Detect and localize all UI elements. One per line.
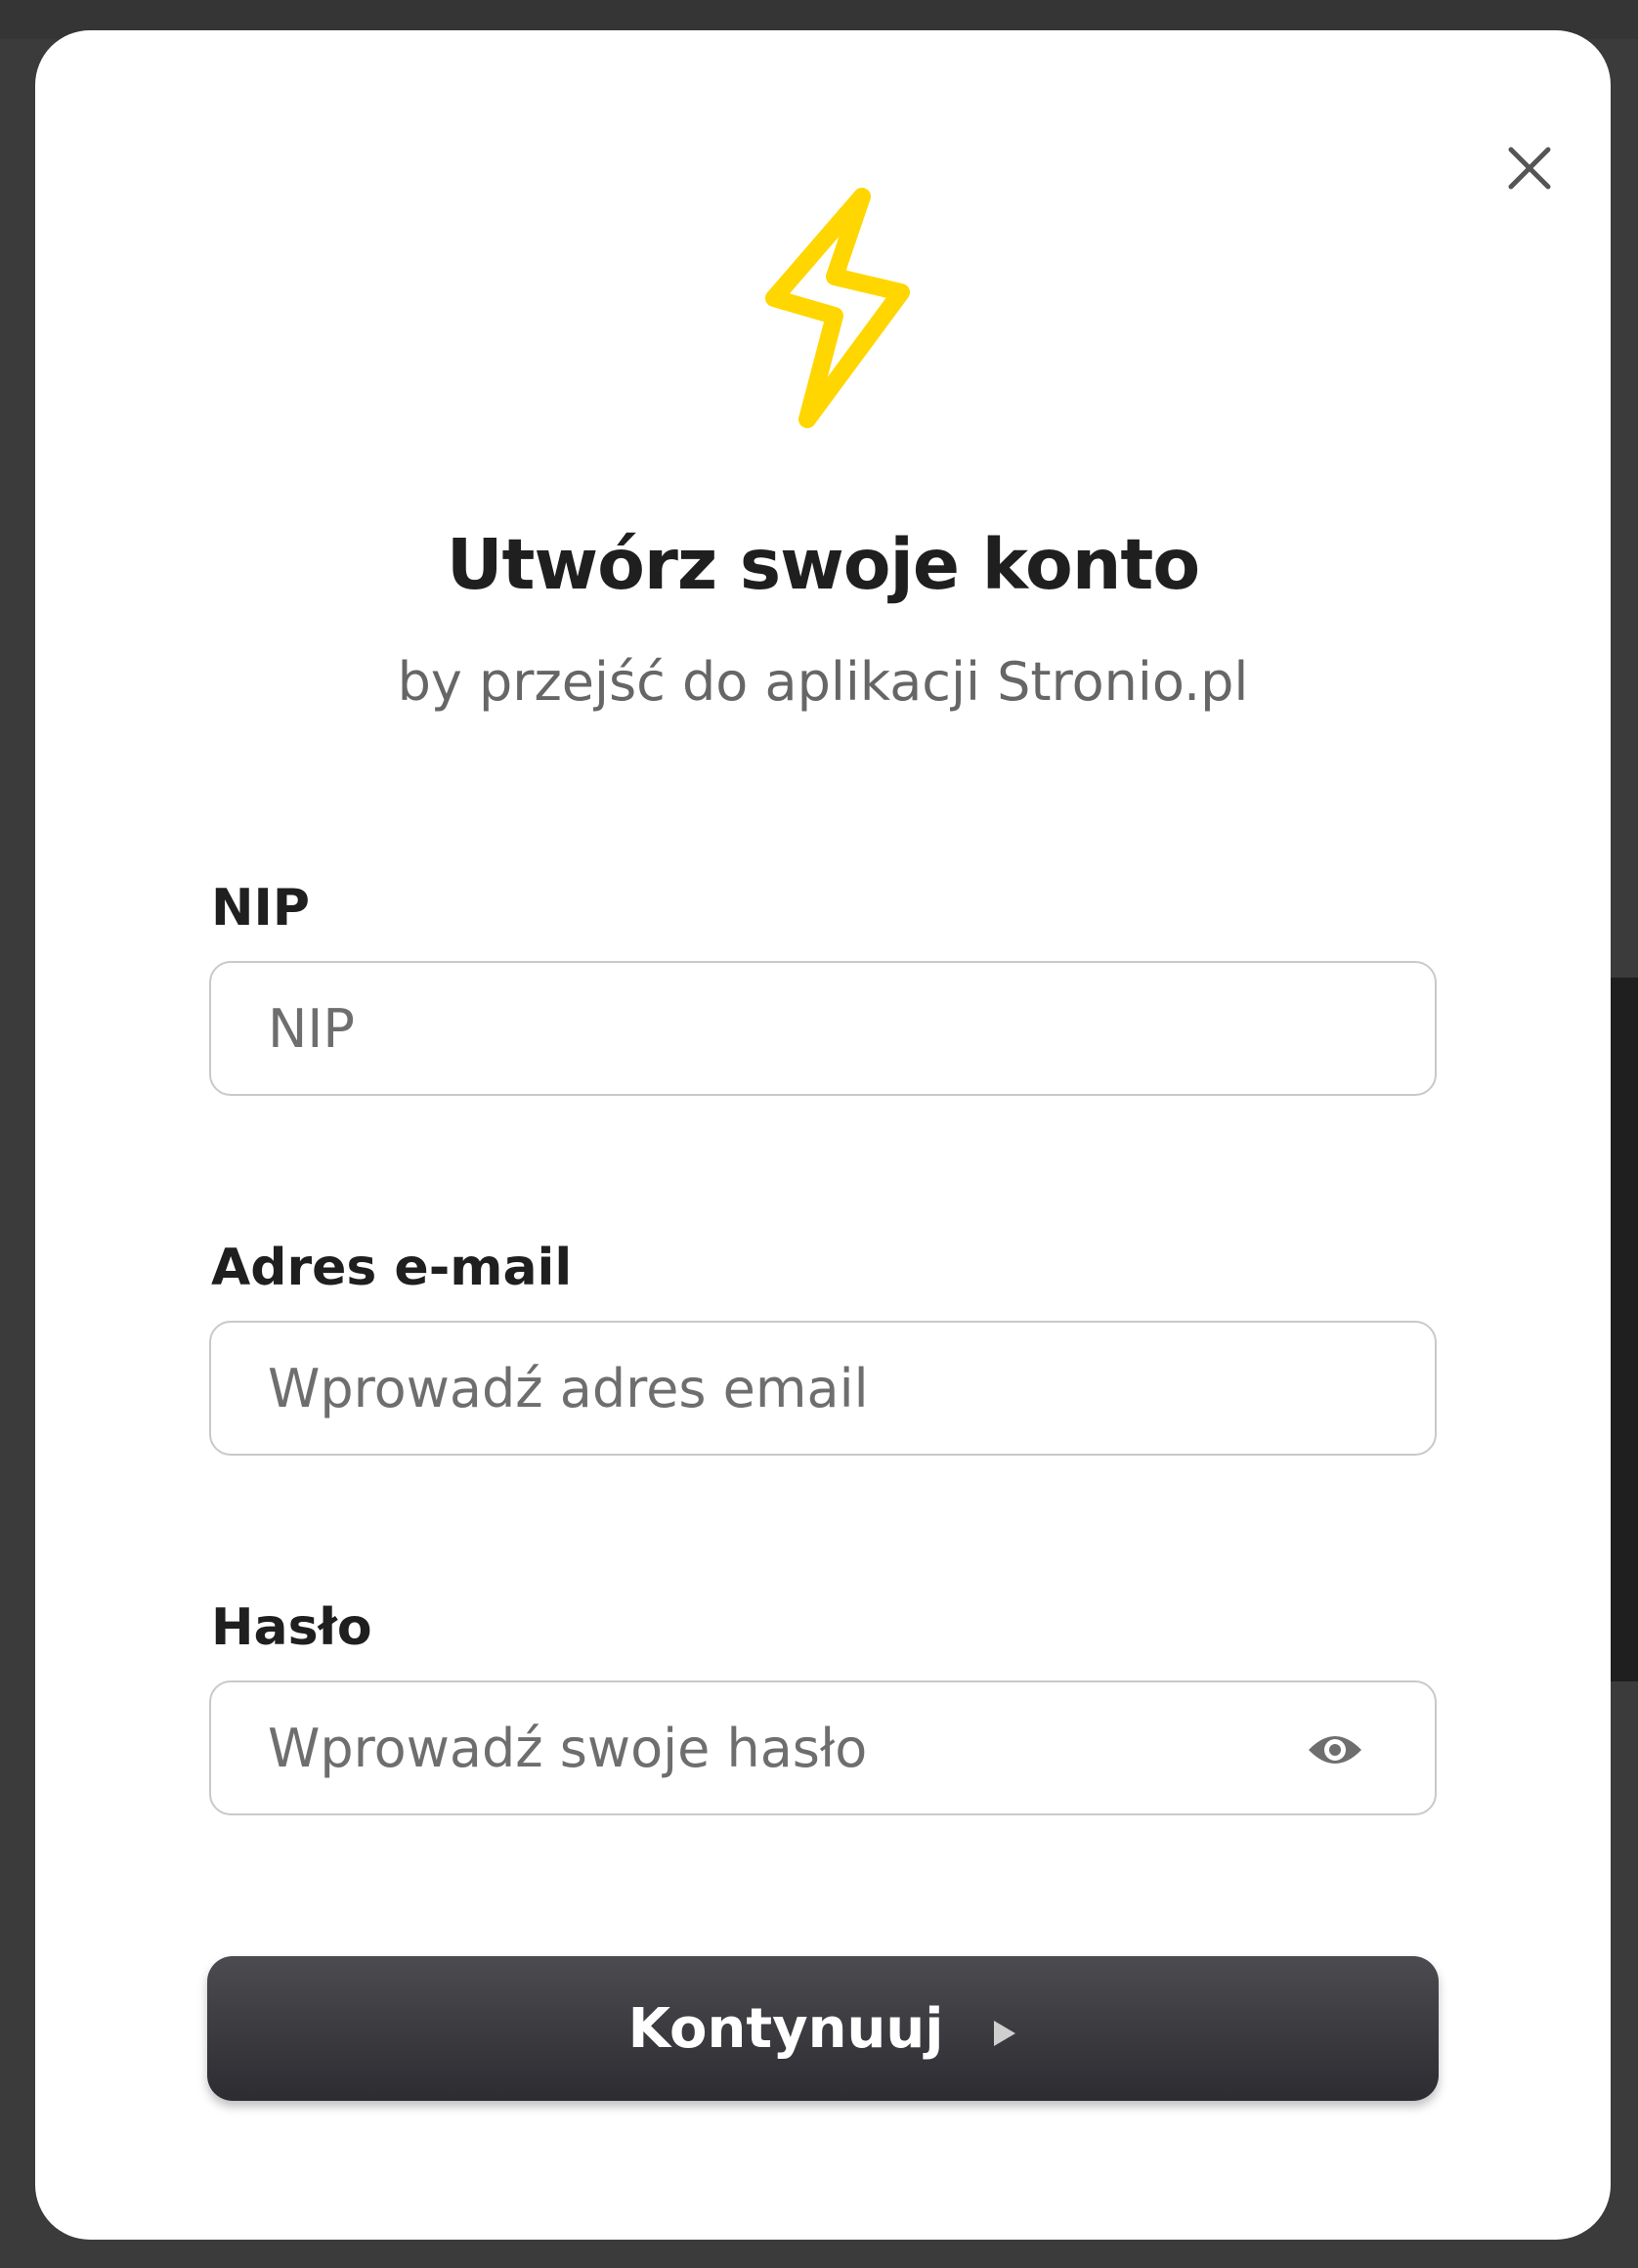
email-input[interactable] bbox=[211, 1323, 1435, 1454]
password-label: Hasło bbox=[211, 1598, 372, 1657]
eye-icon[interactable] bbox=[1306, 1726, 1364, 1773]
nip-input[interactable] bbox=[211, 963, 1435, 1094]
email-label: Adres e-mail bbox=[211, 1239, 573, 1297]
close-icon bbox=[1508, 147, 1551, 190]
continue-button[interactable]: Kontynuuj bbox=[207, 1956, 1439, 2101]
password-field-box bbox=[209, 1680, 1437, 1815]
nip-label: NIP bbox=[211, 879, 310, 938]
email-field-box bbox=[209, 1321, 1437, 1456]
lightning-bolt-icon bbox=[765, 188, 910, 428]
password-input[interactable] bbox=[211, 1682, 1435, 1813]
close-button[interactable] bbox=[1476, 114, 1583, 222]
play-arrow-icon bbox=[994, 2021, 1016, 2046]
page-subtitle: by przejść do aplikacji Stronio.pl bbox=[397, 651, 1249, 713]
page-title: Utwórz swoje konto bbox=[446, 524, 1200, 605]
continue-button-label: Kontynuuj bbox=[627, 1996, 944, 2061]
nip-field-box bbox=[209, 961, 1437, 1096]
signup-modal: Utwórz swoje konto by przejść do aplikac… bbox=[35, 30, 1611, 2240]
